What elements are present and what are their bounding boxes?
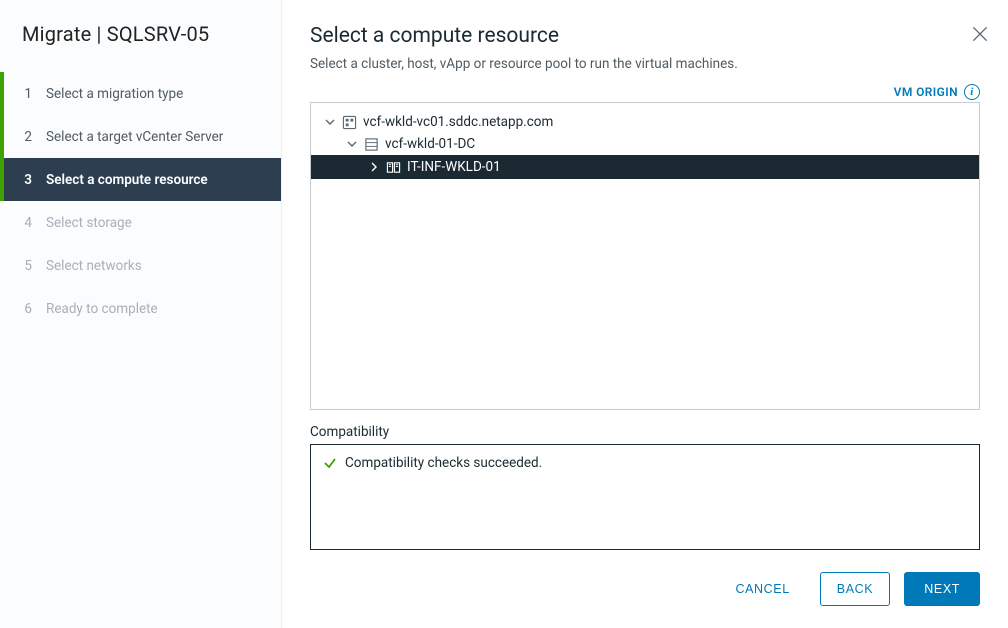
close-icon: [970, 24, 990, 44]
chevron-down-icon: [347, 139, 357, 149]
tree-node-cluster-selected[interactable]: IT-INF-WKLD-01: [311, 155, 979, 179]
page-subtitle: Select a cluster, host, vApp or resource…: [310, 56, 980, 72]
wizard-title: Migrate | SQLSRV-05: [0, 22, 281, 72]
next-button[interactable]: NEXT: [904, 572, 980, 606]
compatibility-section-label: Compatibility: [310, 424, 980, 440]
wizard-sidebar: Migrate | SQLSRV-05 1 Select a migration…: [0, 0, 282, 628]
vm-origin-link[interactable]: VM ORIGIN i: [310, 84, 980, 100]
cluster-icon: [385, 159, 401, 175]
step-number: 2: [22, 129, 32, 145]
vm-origin-label: VM ORIGIN: [894, 85, 958, 99]
compute-resource-tree[interactable]: vcf-wkld-vc01.sddc.netapp.com vcf-wkld-0…: [310, 102, 980, 410]
step-label: Ready to complete: [46, 301, 158, 317]
back-button[interactable]: BACK: [820, 572, 890, 606]
compatibility-result: Compatibility checks succeeded.: [323, 455, 967, 471]
step-number: 4: [22, 215, 32, 231]
step-storage: 4 Select storage: [0, 201, 281, 244]
wizard-footer: CANCEL BACK NEXT: [310, 550, 980, 606]
migrate-wizard: Migrate | SQLSRV-05 1 Select a migration…: [0, 0, 1008, 628]
tree-node-datacenter[interactable]: vcf-wkld-01-DC: [311, 133, 979, 155]
step-target-vcenter[interactable]: 2 Select a target vCenter Server: [0, 115, 281, 158]
vcenter-icon: [341, 114, 357, 130]
step-compute-resource[interactable]: 3 Select a compute resource: [0, 158, 281, 201]
cancel-button[interactable]: CANCEL: [719, 572, 805, 606]
close-button[interactable]: [970, 24, 990, 44]
compatibility-box: Compatibility checks succeeded.: [310, 444, 980, 550]
step-number: 5: [22, 258, 32, 274]
info-icon: i: [964, 84, 980, 100]
step-ready-complete: 6 Ready to complete: [0, 287, 281, 330]
check-icon: [323, 456, 337, 470]
page-title: Select a compute resource: [310, 24, 980, 48]
wizard-main: Select a compute resource Select a clust…: [282, 0, 1008, 628]
step-migration-type[interactable]: 1 Select a migration type: [0, 72, 281, 115]
step-label: Select a migration type: [46, 86, 183, 102]
chevron-right-icon: [369, 162, 379, 172]
tree-node-label: IT-INF-WKLD-01: [407, 159, 501, 175]
tree-node-label: vcf-wkld-vc01.sddc.netapp.com: [363, 114, 553, 130]
compatibility-message: Compatibility checks succeeded.: [345, 455, 542, 471]
step-number: 3: [22, 172, 32, 188]
step-label: Select networks: [46, 258, 142, 274]
step-networks: 5 Select networks: [0, 244, 281, 287]
tree-node-vcenter[interactable]: vcf-wkld-vc01.sddc.netapp.com: [311, 111, 979, 133]
step-number: 1: [22, 86, 32, 102]
step-label: Select a target vCenter Server: [46, 129, 223, 145]
datacenter-icon: [363, 136, 379, 152]
step-label: Select storage: [46, 215, 132, 231]
tree-node-label: vcf-wkld-01-DC: [385, 136, 475, 152]
chevron-down-icon: [325, 117, 335, 127]
wizard-steps-list: 1 Select a migration type 2 Select a tar…: [0, 72, 281, 330]
step-label: Select a compute resource: [46, 172, 208, 188]
step-number: 6: [22, 301, 32, 317]
